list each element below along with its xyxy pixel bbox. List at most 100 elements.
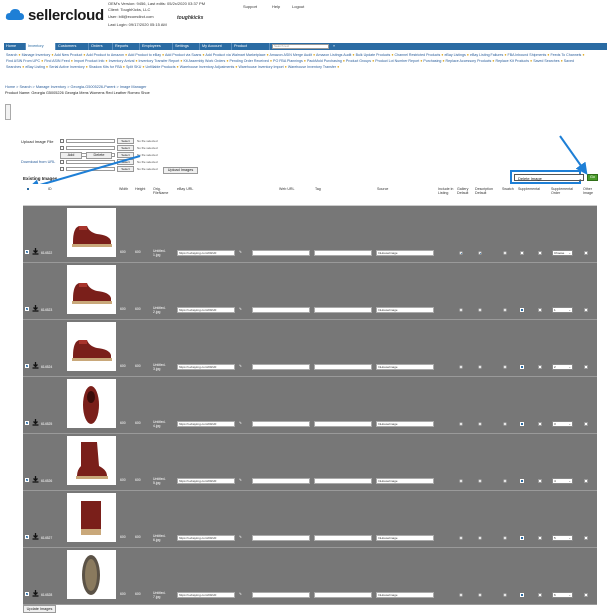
source-input[interactable]: InHouseImage xyxy=(376,364,434,370)
submenu-item[interactable]: eBay Listings xyxy=(444,53,465,57)
gallery-default-radio[interactable] xyxy=(459,365,463,369)
upload-row-checkbox[interactable] xyxy=(60,146,64,150)
swatch-radio[interactable] xyxy=(503,251,507,255)
supplemental-checkbox[interactable] xyxy=(520,479,524,483)
nav-my-account[interactable]: My Account xyxy=(200,43,232,50)
submenu-item[interactable]: Bulk Update Products xyxy=(356,53,391,57)
description-default-radio[interactable] xyxy=(478,479,482,483)
supplemental-checkbox[interactable] xyxy=(520,365,524,369)
edit-icon[interactable]: ✎ xyxy=(239,307,242,311)
submenu-item[interactable]: Warehouse Inventory Transfer xyxy=(288,65,336,69)
include-checkbox[interactable] xyxy=(538,251,542,255)
ebay-url-input[interactable]: https://i.ebayimg.com/00/s/0 xyxy=(177,535,235,541)
submenu-item[interactable]: Amazon ASIN Merge Audit xyxy=(270,53,313,57)
submenu-item[interactable]: Add Product to Amazon xyxy=(86,53,124,57)
select-all-checkbox[interactable] xyxy=(26,187,30,191)
description-default-radio[interactable] xyxy=(478,251,482,255)
tag-input[interactable] xyxy=(314,307,372,313)
submenu-item[interactable]: Search xyxy=(6,53,17,57)
description-default-radio[interactable] xyxy=(478,593,482,597)
description-default-radio[interactable] xyxy=(478,365,482,369)
ebay-url-input[interactable]: https://i.ebayimg.com/00/s/0 xyxy=(177,592,235,598)
nav-orders[interactable]: Orders xyxy=(89,43,113,50)
row-select-checkbox[interactable]: ✓ xyxy=(25,307,29,311)
ebay-url-input[interactable]: https://i.ebayimg.com/00/s/0 xyxy=(177,421,235,427)
submenu-item[interactable]: eBay Listing xyxy=(25,65,45,69)
nav-product-dropdown[interactable]: Product xyxy=(232,43,270,50)
tag-input[interactable] xyxy=(314,592,372,598)
upload-file-input[interactable] xyxy=(66,167,115,171)
ebay-url-input[interactable]: https://i.ebayimg.com/00/s/0 xyxy=(177,250,235,256)
row-select-checkbox[interactable]: ✓ xyxy=(25,364,29,368)
submenu-item[interactable]: eBay Listing Failures xyxy=(470,53,503,57)
update-images-button[interactable]: Update Images xyxy=(23,605,56,613)
submenu-item[interactable]: Channel Restricted Products xyxy=(395,53,441,57)
include-checkbox[interactable] xyxy=(538,593,542,597)
supplemental-order-select[interactable]: 6 ⌄ xyxy=(552,592,573,598)
bulk-action-select[interactable]: Delete Image ⌄ xyxy=(514,174,584,181)
image-thumbnail[interactable] xyxy=(67,493,116,542)
submenu-item[interactable]: Add Product via Walmart Marketplace xyxy=(205,53,265,57)
supplemental-order-select[interactable]: 3 ⌄ xyxy=(552,421,573,427)
submenu-item[interactable]: Serial Active Inventory xyxy=(49,65,85,69)
upload-row-checkbox[interactable] xyxy=(60,160,64,164)
supplemental-order-select[interactable]: 5 ⌄ xyxy=(552,535,573,541)
web-url-input[interactable] xyxy=(252,478,310,484)
support-link[interactable]: Support xyxy=(243,4,257,9)
source-input[interactable]: InHouseImage xyxy=(376,592,434,598)
source-input[interactable]: InHouseImage xyxy=(376,421,434,427)
swatch-radio[interactable] xyxy=(503,479,507,483)
submenu-item[interactable]: Replace Kit Products xyxy=(495,59,529,63)
download-icon[interactable] xyxy=(32,305,39,312)
supplemental-checkbox[interactable] xyxy=(520,593,524,597)
gallery-default-radio[interactable] xyxy=(459,251,463,255)
submenu-item[interactable]: Add Product via Scans xyxy=(165,53,201,57)
submenu-item[interactable]: FBA Inbound Shipments xyxy=(508,53,547,57)
upload-row-checkbox[interactable] xyxy=(60,139,64,143)
gallery-default-radio[interactable] xyxy=(459,593,463,597)
image-thumbnail[interactable] xyxy=(67,436,116,485)
submenu-item[interactable]: Pending Order Received xyxy=(230,59,269,63)
supplemental-checkbox[interactable] xyxy=(520,308,524,312)
nav-search-go-button[interactable]: » xyxy=(331,43,339,50)
edit-icon[interactable]: ✎ xyxy=(239,535,242,539)
supplemental-order-select[interactable]: 1 ⌄ xyxy=(552,307,573,313)
submenu-item[interactable]: Warehouse Inventory Adjustments xyxy=(180,65,235,69)
edit-icon[interactable]: ✎ xyxy=(239,250,242,254)
logout-link[interactable]: Logout xyxy=(292,4,304,9)
tag-input[interactable] xyxy=(314,250,372,256)
web-url-input[interactable] xyxy=(252,250,310,256)
supplemental-checkbox[interactable] xyxy=(520,536,524,540)
other-image-checkbox[interactable] xyxy=(584,536,588,540)
nav-employees[interactable]: Employees xyxy=(140,43,173,50)
submenu-item[interactable]: PackMold Purchasing xyxy=(307,59,342,63)
select-file-button[interactable]: Select xyxy=(117,145,134,151)
edit-icon[interactable]: ✎ xyxy=(239,421,242,425)
image-thumbnail[interactable] xyxy=(67,322,116,371)
ebay-url-input[interactable]: https://i.ebayimg.com/00/s/0 xyxy=(177,307,235,313)
web-url-input[interactable] xyxy=(252,535,310,541)
upload-row-checkbox[interactable] xyxy=(60,167,64,171)
tag-input[interactable] xyxy=(314,535,372,541)
tag-input[interactable] xyxy=(314,364,372,370)
submenu-item[interactable]: Amazon Listings Audit xyxy=(316,53,351,57)
gallery-default-radio[interactable] xyxy=(459,308,463,312)
web-url-input[interactable] xyxy=(252,592,310,598)
swatch-radio[interactable] xyxy=(503,308,507,312)
other-image-checkbox[interactable] xyxy=(584,422,588,426)
submenu-item[interactable]: Inventory Arrival xyxy=(109,59,135,63)
upload-file-input[interactable] xyxy=(66,139,115,143)
description-default-radio[interactable] xyxy=(478,422,482,426)
submenu-item[interactable]: Unfillable Products xyxy=(146,65,176,69)
row-select-checkbox[interactable]: ✓ xyxy=(25,535,29,539)
select-file-button[interactable]: Select xyxy=(117,152,134,158)
submenu-item[interactable]: Find ASIN From UPC xyxy=(6,59,40,63)
download-from-url-link[interactable]: Download from URL xyxy=(21,160,55,164)
web-url-input[interactable] xyxy=(252,364,310,370)
breadcrumb[interactable]: Home > Search > Manage Inventory > Georg… xyxy=(5,85,146,89)
upload-file-input[interactable] xyxy=(66,160,115,164)
other-image-checkbox[interactable] xyxy=(584,479,588,483)
submenu-item[interactable]: Find ASIN Feed xyxy=(44,59,69,63)
other-image-checkbox[interactable] xyxy=(584,251,588,255)
submenu-item[interactable]: Kit Assembly Work Orders xyxy=(183,59,225,63)
